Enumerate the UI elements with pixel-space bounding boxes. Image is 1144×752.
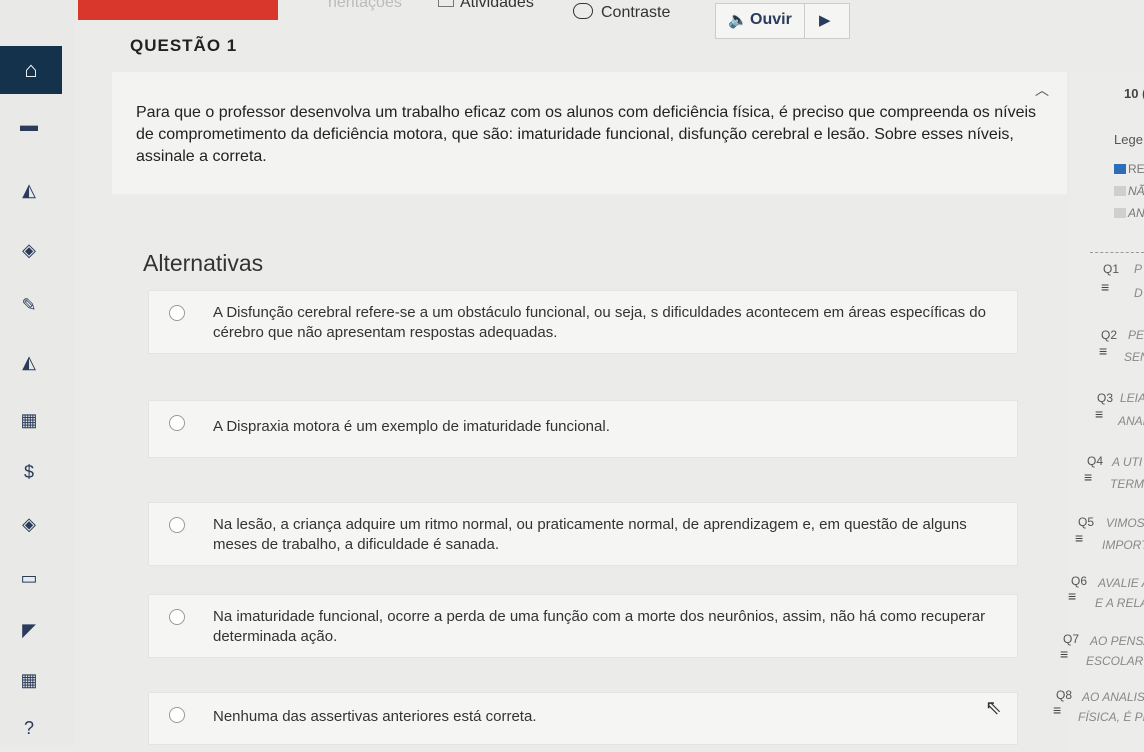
atividades-label: Atividades <box>460 0 534 11</box>
question-preview: E A RELAÇ <box>1095 596 1144 610</box>
question-preview: SEN <box>1124 350 1144 364</box>
dollar-icon[interactable]: $ <box>14 460 44 484</box>
diamond-icon[interactable]: ◈ <box>14 512 44 536</box>
question-preview: D <box>1134 286 1143 300</box>
question-number: Q6 <box>1071 574 1088 588</box>
question-preview: IMPORT <box>1102 538 1144 552</box>
flag-icon[interactable]: ▬ <box>14 113 44 137</box>
legend-swatch <box>1114 208 1126 218</box>
question-number: Q4 <box>1087 454 1104 468</box>
question-preview: LEIA <box>1120 391 1144 405</box>
alternatives-heading: Alternativas <box>143 250 264 276</box>
question-preview: P <box>1134 262 1143 276</box>
alternative-text: Na imaturidade funcional, ocorre a perda… <box>213 608 986 645</box>
list-icon: ≡ <box>1084 469 1093 485</box>
store-icon[interactable]: ▦ <box>14 408 44 432</box>
alternative-option[interactable]: Nenhuma das assertivas anteriores está c… <box>148 692 1018 745</box>
left-nav-rail: ⌂ ▬ ◭ ◈ ✎ ◭ ▦ $ ◈ ▭ ◤ ▦ ? <box>0 0 75 745</box>
question-preview: AVALIE A <box>1098 576 1144 590</box>
question-preview: A UTI <box>1112 455 1143 469</box>
list-icon: ≡ <box>1053 702 1062 718</box>
radio-button[interactable] <box>169 517 185 533</box>
alternative-text: Nenhuma das assertivas anteriores está c… <box>213 708 537 725</box>
question-title: QUESTÃO 1 <box>130 36 238 55</box>
question-number: Q2 <box>1101 328 1118 342</box>
question-number: Q5 <box>1078 515 1095 529</box>
pennant-icon[interactable]: ◤ <box>14 618 44 642</box>
pencil-icon[interactable]: ✎ <box>14 293 44 317</box>
legend-swatch <box>1114 186 1126 196</box>
nav-link-partial[interactable]: nentações <box>328 0 402 12</box>
alternative-option[interactable]: Na imaturidade funcional, ocorre a perda… <box>148 594 1018 658</box>
ouvir-label: Ouvir <box>750 11 792 28</box>
contraste-toggle[interactable]: Contraste <box>573 3 670 22</box>
legend-title: Lege <box>1114 132 1143 147</box>
question-preview: FÍSICA, É PRE <box>1078 710 1144 724</box>
list-icon: ≡ <box>1068 588 1077 604</box>
legend-label: NÃO <box>1128 184 1144 198</box>
graduation-cap-icon[interactable]: ◭ <box>14 178 44 202</box>
play-icon[interactable]: ▶ <box>819 11 831 29</box>
alternative-text: A Dispraxia motora é um exemplo de imatu… <box>213 418 610 435</box>
question-preview: ESCOLAR, <box>1086 654 1144 668</box>
alternative-option[interactable]: A Dispraxia motora é um exemplo de imatu… <box>148 400 1018 458</box>
alternative-option[interactable]: Na lesão, a criança adquire um ritmo nor… <box>148 502 1018 566</box>
legend-swatch <box>1114 164 1126 174</box>
atividades-icon <box>438 0 454 7</box>
question-number: Q3 <box>1097 391 1114 405</box>
alternative-text: A Disfunção cerebral refere-se a um obst… <box>213 304 986 341</box>
player-divider <box>804 4 805 38</box>
radio-button[interactable] <box>169 305 185 321</box>
help-icon[interactable]: ? <box>14 716 44 740</box>
contraste-label: Contraste <box>601 4 671 21</box>
graduation-cap-icon[interactable]: ◭ <box>14 350 44 374</box>
alternative-option[interactable]: A Disfunção cerebral refere-se a um obst… <box>148 290 1018 354</box>
question-preview: VIMOS, <box>1106 516 1144 530</box>
question-card: Para que o professor desenvolva um traba… <box>112 72 1067 194</box>
question-preview: TERMI <box>1110 477 1144 491</box>
radio-button[interactable] <box>169 415 185 431</box>
question-number: Q8 <box>1056 688 1073 702</box>
ouvir-player[interactable]: 🔈 Ouvir ▶ <box>715 3 850 39</box>
list-icon: ≡ <box>1101 279 1110 295</box>
question-preview: AO ANALISA <box>1082 690 1144 704</box>
alternative-text: Na lesão, a criança adquire um ritmo nor… <box>213 516 967 553</box>
legend-label: RES <box>1128 162 1144 176</box>
monitor-icon[interactable]: ▭ <box>14 566 44 590</box>
atividades-link[interactable]: Atividades <box>438 0 534 12</box>
question-text: Para que o professor desenvolva um traba… <box>136 104 1037 165</box>
speaker-icon: 🔈 <box>728 12 748 29</box>
radio-button[interactable] <box>169 707 185 723</box>
panel-header: 10 ( <box>1124 86 1144 101</box>
diamond-icon[interactable]: ◈ <box>14 238 44 262</box>
question-number: Q1 <box>1103 262 1120 276</box>
header-red-bar <box>78 0 278 20</box>
question-preview: ANAI <box>1118 414 1144 428</box>
radio-button[interactable] <box>169 609 185 625</box>
home-icon[interactable]: ⌂ <box>0 46 62 94</box>
question-nav-panel: 10 ( Lege RES NÃO ANU <box>1070 72 1144 752</box>
list-icon: ≡ <box>1060 646 1069 662</box>
question-preview: AO PENSA <box>1090 634 1144 648</box>
contrast-icon <box>573 3 593 19</box>
list-icon: ≡ <box>1099 343 1108 359</box>
question-preview: PE <box>1128 328 1144 342</box>
list-icon: ≡ <box>1075 530 1084 546</box>
panel-divider <box>1090 252 1144 253</box>
chevron-up-icon[interactable]: ︿ <box>1035 80 1049 100</box>
legend-label: ANU <box>1128 206 1144 220</box>
question-number: Q7 <box>1063 632 1080 646</box>
list-icon: ≡ <box>1095 406 1104 422</box>
windows-icon[interactable]: ▦ <box>14 668 44 692</box>
mouse-pointer-icon: ⇖ <box>985 697 1002 719</box>
